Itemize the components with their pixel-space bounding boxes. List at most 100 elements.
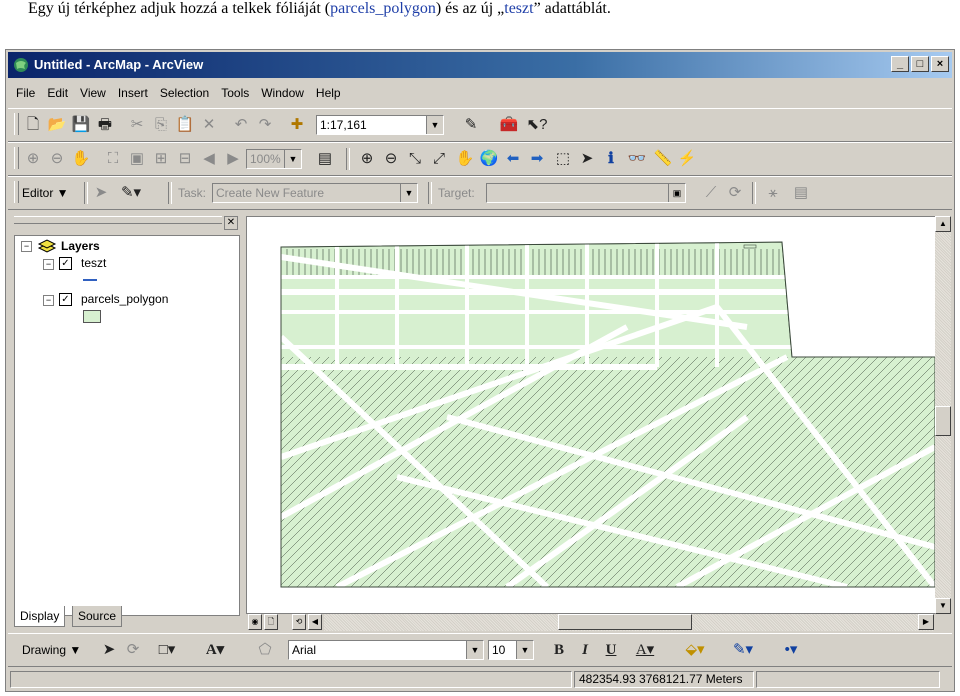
- copy-icon[interactable]: ⎘: [150, 114, 172, 136]
- parcels-fill-symbol[interactable]: [83, 310, 101, 323]
- text-tool-icon[interactable]: A▾: [204, 639, 226, 661]
- data-view-icon[interactable]: ◉: [248, 614, 262, 630]
- select-elements-icon[interactable]: ➤: [576, 148, 598, 170]
- redo-icon[interactable]: ↷: [254, 114, 276, 136]
- map-scale-combo[interactable]: 1:17,161 ▼: [316, 115, 444, 135]
- fixed-zoom-in-icon[interactable]: ⊞: [150, 148, 172, 170]
- pan-layout-icon[interactable]: ✋: [70, 148, 92, 170]
- delete-icon[interactable]: ✕: [198, 114, 220, 136]
- horizontal-scroll-thumb[interactable]: [558, 614, 692, 630]
- drawing-menu[interactable]: Drawing ▼: [22, 634, 81, 666]
- back-extent-icon[interactable]: ◀: [198, 148, 220, 170]
- minimize-button[interactable]: _: [891, 56, 909, 72]
- toc-header-grip[interactable]: [14, 216, 222, 224]
- vertical-scrollbar[interactable]: ▲ ▼: [935, 216, 951, 614]
- menu-edit[interactable]: Edit: [41, 82, 74, 104]
- zoom-in-icon[interactable]: ⊕: [356, 148, 378, 170]
- select-features-icon[interactable]: ⬚: [552, 148, 574, 170]
- edit-vertices-icon[interactable]: ⬠: [254, 639, 276, 661]
- toolbar-grip[interactable]: [14, 147, 19, 169]
- open-folder-icon[interactable]: 📂: [46, 114, 68, 136]
- fixed-zoom-out-map-icon[interactable]: ⤢: [428, 148, 450, 170]
- print-icon[interactable]: 🖶: [94, 114, 116, 136]
- select-element-arrow-icon[interactable]: ➤: [98, 639, 120, 661]
- layer-checkbox-parcels[interactable]: ✓: [59, 293, 72, 306]
- whats-this-icon[interactable]: ⬉?: [526, 114, 548, 136]
- sketch-properties-icon[interactable]: ⚹: [762, 182, 784, 204]
- bold-button[interactable]: B: [548, 639, 570, 661]
- font-color-icon[interactable]: A▾: [634, 639, 656, 661]
- tab-display[interactable]: Display: [14, 606, 66, 627]
- collapse-icon[interactable]: −: [21, 241, 32, 252]
- split-tool-icon[interactable]: ⟋: [700, 182, 722, 204]
- layer-parcels-label[interactable]: parcels_polygon: [81, 291, 168, 307]
- title-bar[interactable]: Untitled - ArcMap - ArcView _ □ ×: [8, 52, 952, 78]
- menu-insert[interactable]: Insert: [112, 82, 154, 104]
- teszt-line-symbol[interactable]: [83, 279, 97, 281]
- chevron-down-icon[interactable]: ▼: [284, 150, 301, 168]
- line-color-icon[interactable]: ✎▾: [732, 639, 754, 661]
- toc-close-icon[interactable]: ✕: [224, 216, 238, 230]
- toc-root-label[interactable]: Layers: [61, 238, 100, 254]
- chevron-down-icon[interactable]: ▼: [516, 641, 533, 659]
- sketch-pencil-icon[interactable]: ✎▾: [120, 182, 142, 204]
- rectangle-tool-icon[interactable]: □▾: [156, 639, 178, 661]
- scroll-right-icon[interactable]: ▶: [918, 614, 934, 630]
- vertical-scroll-thumb[interactable]: [935, 406, 951, 436]
- zoom-in-layout-icon[interactable]: ⊕: [22, 148, 44, 170]
- editor-toolbar-icon[interactable]: ✎: [460, 114, 482, 136]
- menu-selection[interactable]: Selection: [154, 82, 215, 104]
- layer-checkbox-teszt[interactable]: ✓: [59, 257, 72, 270]
- scroll-down-icon[interactable]: ▼: [935, 598, 951, 614]
- cut-icon[interactable]: ✂: [126, 114, 148, 136]
- toolbar-grip[interactable]: [14, 113, 19, 135]
- edit-tool-arrow-icon[interactable]: ➤: [90, 182, 112, 204]
- toolbar-grip[interactable]: [14, 181, 19, 203]
- rotate-tool-icon[interactable]: ⟳: [724, 182, 746, 204]
- parcel-map[interactable]: [247, 217, 936, 613]
- menu-help[interactable]: Help: [310, 82, 347, 104]
- menu-window[interactable]: Window: [255, 82, 310, 104]
- chevron-down-icon[interactable]: ▼: [400, 184, 417, 202]
- chevron-down-icon[interactable]: ▼: [426, 116, 443, 134]
- new-document-icon[interactable]: 🗋: [22, 114, 44, 136]
- chevron-down-icon[interactable]: ▣: [668, 184, 685, 202]
- close-button[interactable]: ×: [931, 56, 949, 72]
- forward-extent-icon[interactable]: ▶: [222, 148, 244, 170]
- zoom-100-icon[interactable]: ▣: [126, 148, 148, 170]
- target-combo[interactable]: ▣: [486, 183, 686, 203]
- find-binoculars-icon[interactable]: 👓: [626, 148, 648, 170]
- measure-icon[interactable]: 📏: [652, 148, 674, 170]
- save-icon[interactable]: 💾: [70, 114, 92, 136]
- menu-view[interactable]: View: [74, 82, 112, 104]
- toggle-draft-icon[interactable]: ▤: [314, 148, 336, 170]
- full-extent-globe-icon[interactable]: 🌍: [478, 148, 500, 170]
- undo-icon[interactable]: ↶: [230, 114, 252, 136]
- identify-icon[interactable]: ℹ: [600, 148, 622, 170]
- scroll-left-icon[interactable]: ◀: [308, 614, 322, 630]
- zoom-out-layout-icon[interactable]: ⊖: [46, 148, 68, 170]
- task-combo[interactable]: Create New Feature ▼: [212, 183, 418, 203]
- font-combo[interactable]: Arial ▼: [288, 640, 484, 660]
- attributes-icon[interactable]: ▤: [790, 182, 812, 204]
- marker-color-icon[interactable]: •▾: [780, 639, 802, 661]
- horizontal-scrollbar[interactable]: ▶: [324, 614, 934, 631]
- back-arrow-icon[interactable]: ⬅: [502, 148, 524, 170]
- fixed-zoom-in-map-icon[interactable]: ⤡: [404, 148, 426, 170]
- fixed-zoom-out-icon[interactable]: ⊟: [174, 148, 196, 170]
- zoom-whole-page-icon[interactable]: ⛶: [102, 148, 124, 170]
- font-size-combo[interactable]: 10 ▼: [488, 640, 534, 660]
- paste-icon[interactable]: 📋: [174, 114, 196, 136]
- add-data-icon[interactable]: ✚: [286, 114, 308, 136]
- chevron-down-icon[interactable]: ▼: [466, 641, 483, 659]
- collapse-icon[interactable]: −: [43, 259, 54, 270]
- pan-hand-icon[interactable]: ✋: [454, 148, 476, 170]
- zoom-percent-combo[interactable]: 100% ▼: [246, 149, 302, 169]
- forward-arrow-icon[interactable]: ➡: [526, 148, 548, 170]
- layer-teszt-label[interactable]: teszt: [81, 255, 106, 271]
- editor-menu[interactable]: Editor ▼: [22, 177, 69, 209]
- hyperlink-icon[interactable]: ⚡: [676, 148, 698, 170]
- collapse-icon[interactable]: −: [43, 295, 54, 306]
- maximize-button[interactable]: □: [911, 56, 929, 72]
- map-display[interactable]: [246, 216, 937, 614]
